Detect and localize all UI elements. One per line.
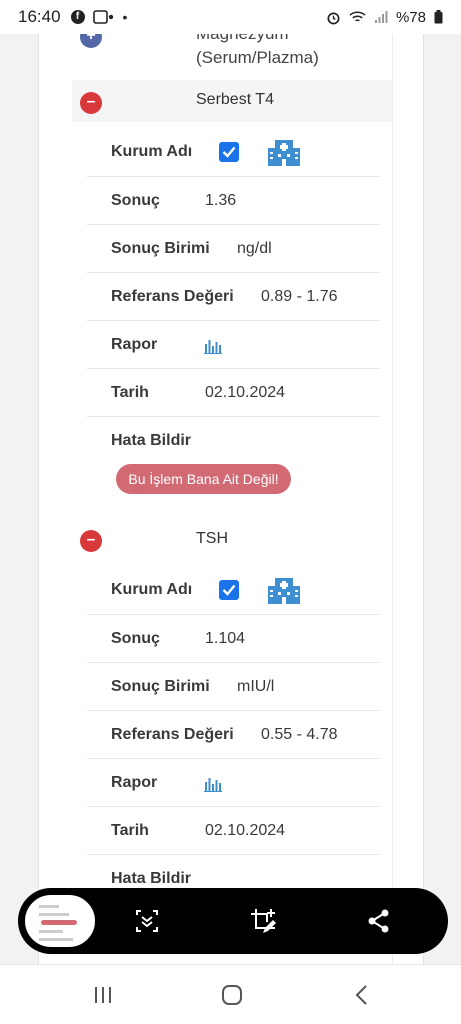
test-subtitle-magnezyum: (Serum/Plazma) bbox=[196, 48, 319, 67]
facebook-icon: f bbox=[70, 10, 85, 24]
row-rapor: Rapor bbox=[87, 321, 380, 369]
date-value: 02.10.2024 bbox=[205, 383, 286, 401]
checkmark-icon bbox=[222, 584, 236, 596]
scroll-capture-icon[interactable] bbox=[132, 906, 162, 936]
reference-label: Referans Değeri bbox=[111, 287, 234, 305]
reference-value: 0.55 - 4.78 bbox=[261, 725, 338, 743]
not-my-record-button[interactable]: Bu İşlem Bana Ait Değil! bbox=[116, 464, 291, 494]
home-icon[interactable] bbox=[219, 983, 245, 1007]
back-icon[interactable] bbox=[349, 983, 375, 1007]
institution-checkbox[interactable] bbox=[219, 579, 239, 600]
result-value: 1.36 bbox=[205, 191, 237, 209]
error-report-label: Hata Bildir bbox=[111, 432, 192, 449]
recent-apps-icon[interactable] bbox=[90, 983, 116, 1007]
test-header-tsh[interactable] bbox=[72, 518, 392, 560]
wifi-icon bbox=[349, 11, 366, 22]
row-hata-bildir: Hata Bildir bbox=[87, 417, 380, 465]
results-page: + Magnezyum (Serum/Plazma) – Serbest T4 … bbox=[0, 34, 461, 964]
date-value: 02.10.2024 bbox=[205, 821, 286, 839]
minus-icon: – bbox=[86, 531, 96, 548]
hospital-icon[interactable] bbox=[267, 572, 301, 606]
result-label: Sonuç bbox=[111, 629, 160, 647]
system-nav-bar bbox=[0, 964, 461, 1024]
row-sonuc: Sonuç 1.104 bbox=[87, 615, 380, 663]
battery-icon bbox=[434, 10, 443, 24]
unit-value: mIU/l bbox=[237, 677, 275, 695]
row-referans: Referans Değeri 0.55 - 4.78 bbox=[87, 711, 380, 759]
reference-label: Referans Değeri bbox=[111, 725, 234, 743]
unit-label: Sonuç Birimi bbox=[111, 677, 210, 695]
report-chart-icon[interactable] bbox=[204, 776, 222, 792]
institution-checkbox[interactable] bbox=[219, 141, 239, 162]
checkmark-icon bbox=[222, 146, 236, 158]
row-kurum-adi: Kurum Adı bbox=[87, 127, 380, 177]
date-label: Tarih bbox=[111, 383, 149, 401]
status-time: 16:40 bbox=[18, 7, 61, 26]
unit-value: ng/dl bbox=[237, 239, 272, 257]
row-kurum-adi: Kurum Adı bbox=[87, 565, 380, 615]
row-referans: Referans Değeri 0.89 - 1.76 bbox=[87, 273, 380, 321]
test-title-magnezyum: Magnezyum bbox=[196, 34, 289, 44]
dot-icon: • bbox=[122, 9, 128, 25]
row-rapor: Rapor bbox=[87, 759, 380, 807]
collapse-toggle-serbest-t4[interactable]: – bbox=[80, 92, 102, 114]
crop-edit-icon[interactable] bbox=[248, 906, 278, 936]
collapse-toggle-tsh[interactable]: – bbox=[80, 530, 102, 552]
share-icon[interactable] bbox=[364, 906, 394, 936]
status-bar: 16:40 f • %78 bbox=[0, 0, 461, 34]
error-report-label: Hata Bildir bbox=[111, 870, 192, 887]
screenshot-thumbnail[interactable] bbox=[22, 892, 98, 950]
report-label: Rapor bbox=[111, 335, 158, 353]
result-label: Sonuç bbox=[111, 191, 160, 209]
signal-icon bbox=[374, 11, 388, 23]
institution-label: Kurum Adı bbox=[111, 142, 193, 160]
row-tarih: Tarih 02.10.2024 bbox=[87, 369, 380, 417]
test-title-tsh: TSH bbox=[196, 530, 228, 547]
alarm-icon bbox=[327, 11, 340, 24]
notification-app-icon bbox=[92, 10, 113, 24]
plus-icon: + bbox=[86, 34, 96, 44]
hospital-icon[interactable] bbox=[267, 134, 301, 168]
institution-label: Kurum Adı bbox=[111, 580, 193, 598]
unit-label: Sonuç Birimi bbox=[111, 239, 210, 257]
result-value: 1.104 bbox=[205, 629, 246, 647]
row-sonuc-birimi: Sonuç Birimi mIU/l bbox=[87, 663, 380, 711]
report-chart-icon[interactable] bbox=[204, 338, 222, 354]
report-label: Rapor bbox=[111, 773, 158, 791]
minus-icon: – bbox=[86, 93, 96, 110]
date-label: Tarih bbox=[111, 821, 149, 839]
reference-value: 0.89 - 1.76 bbox=[261, 287, 338, 305]
screenshot-toolbar bbox=[18, 888, 448, 954]
row-sonuc-birimi: Sonuç Birimi ng/dl bbox=[87, 225, 380, 273]
row-sonuc: Sonuç 1.36 bbox=[87, 177, 380, 225]
battery-percent: %78 bbox=[395, 8, 426, 26]
test-title-serbest-t4: Serbest T4 bbox=[196, 91, 274, 108]
row-tarih: Tarih 02.10.2024 bbox=[87, 807, 380, 855]
